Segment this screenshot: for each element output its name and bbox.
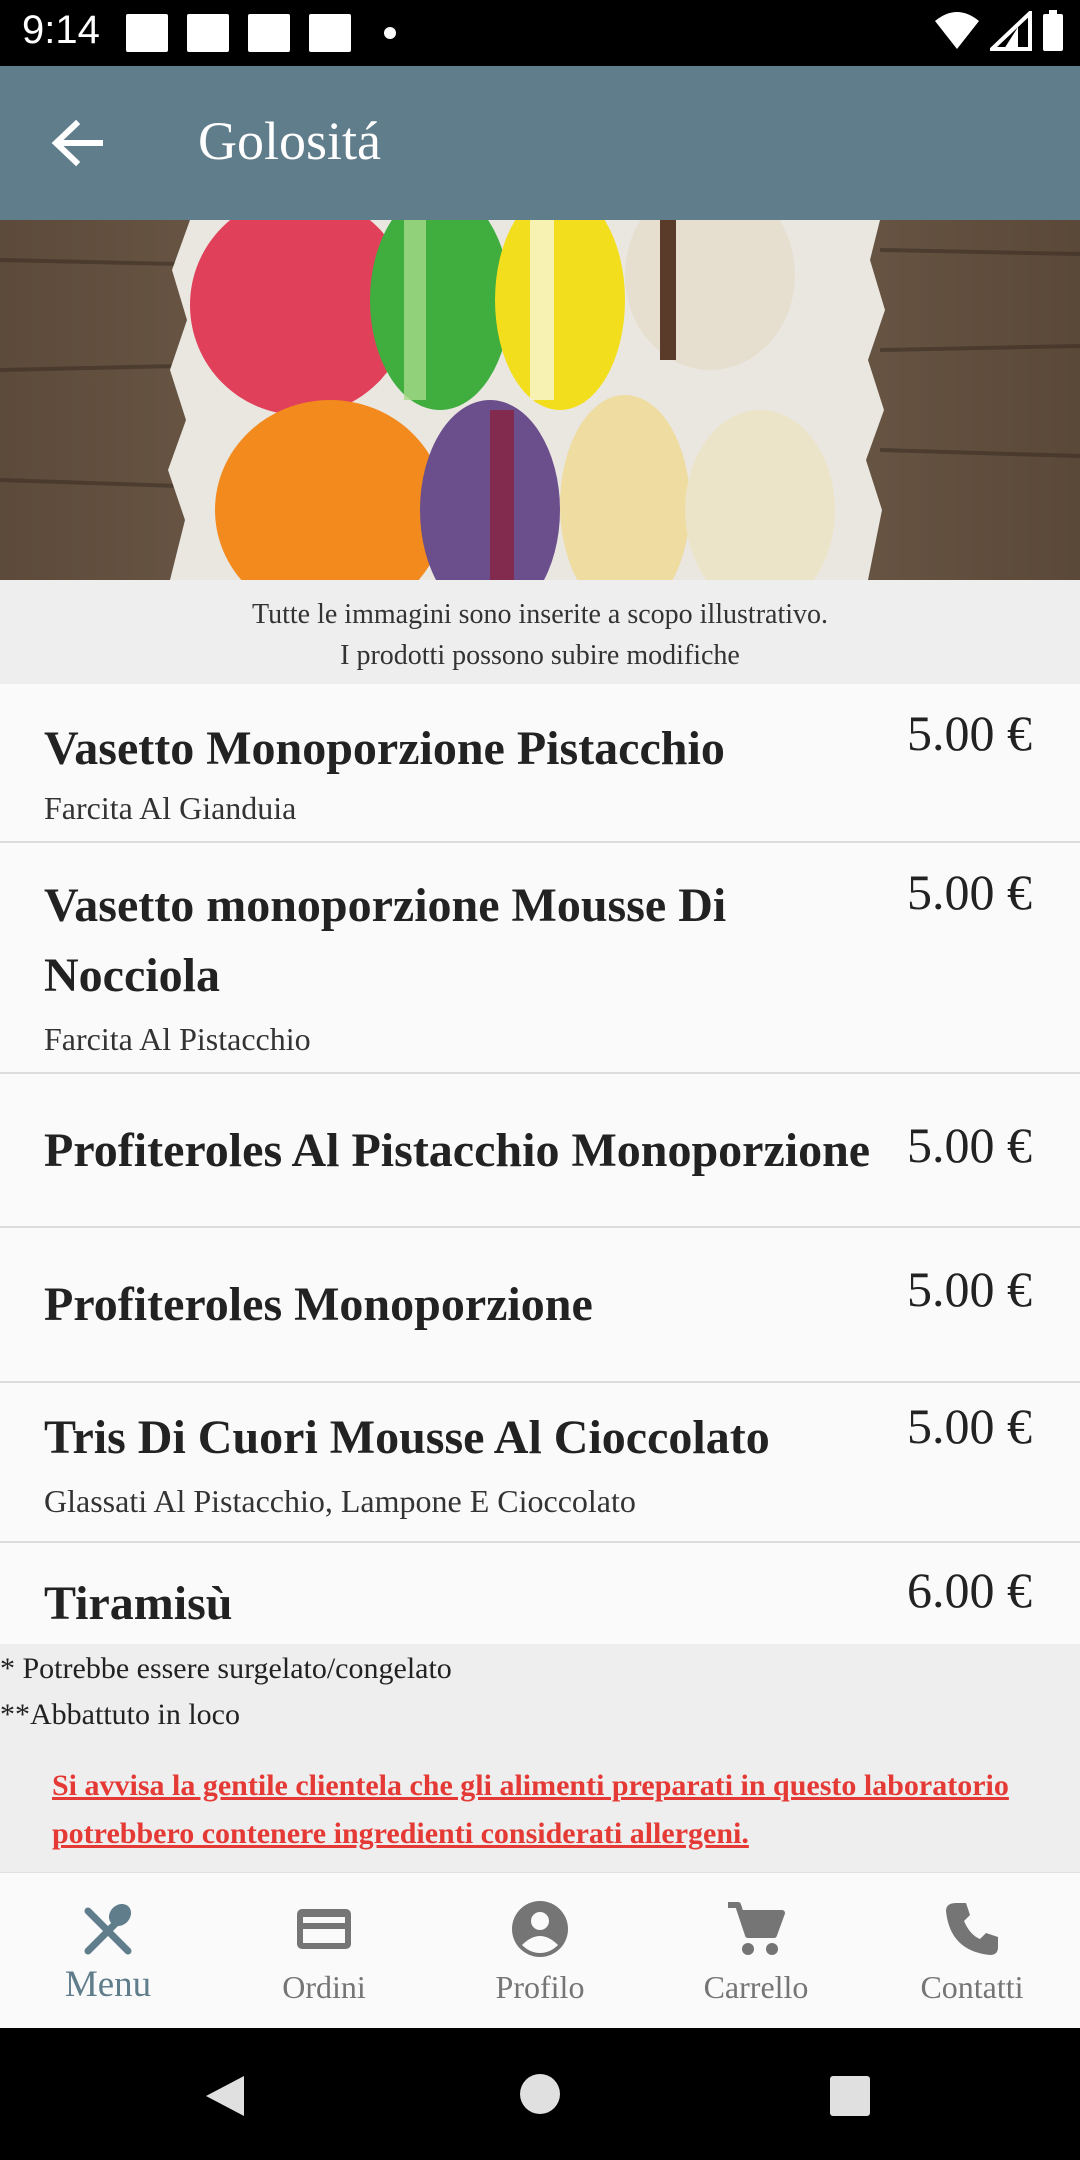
- battery-icon: [1043, 10, 1063, 51]
- notes-section: * Potrebbe essere surgelato/congelato **…: [0, 1644, 1080, 1872]
- item-price: 5.00 €: [907, 1117, 1032, 1173]
- item-price: 5.00 €: [907, 705, 1032, 761]
- nav-label: Contatti: [920, 1969, 1024, 2005]
- credit-card-icon: [297, 1909, 351, 1949]
- nav-label: Menu: [64, 1964, 152, 2005]
- status-bar: 9:14: [0, 0, 1080, 66]
- signal-icon: [990, 11, 1032, 51]
- bottom-navigation: Menu Ordini Profilo Carrello Contatti: [0, 1872, 1080, 2028]
- item-description: Glassati Al Pistacchio, Lampone E Ciocco…: [44, 1483, 636, 1519]
- item-price: 5.00 €: [907, 1261, 1032, 1317]
- hero-image: [0, 220, 1080, 580]
- disclaimer-line-1: Tutte le immagini sono inserite a scopo …: [251, 599, 829, 630]
- chilled-note: **Abbattuto in loco: [0, 1698, 240, 1731]
- menu-item[interactable]: Tiramisù 6.00 €: [0, 1543, 1080, 1644]
- menu-item[interactable]: Vasetto Monoporzione Pistacchio 5.00 € F…: [0, 684, 1080, 843]
- phone-icon: [946, 1903, 998, 1955]
- app-bar: Golositá: [0, 66, 1080, 220]
- home-nav-icon[interactable]: [518, 2072, 562, 2116]
- frozen-note: * Potrebbe essere surgelato/congelato: [0, 1652, 452, 1685]
- menu-item[interactable]: Tris Di Cuori Mousse Al Cioccolato 5.00 …: [0, 1383, 1080, 1543]
- allergen-warning[interactable]: Si avvisa la gentile clientela che gli a…: [52, 1762, 1042, 1858]
- item-name: Profiteroles Monoporzione: [44, 1278, 593, 1331]
- cutlery-icon: [84, 1903, 132, 1955]
- menu-list[interactable]: Vasetto Monoporzione Pistacchio 5.00 € F…: [0, 684, 1080, 1644]
- item-price: 5.00 €: [907, 864, 1032, 920]
- notification-icon: [309, 14, 351, 52]
- notification-icon: [187, 14, 229, 52]
- item-description: Farcita Al Pistacchio: [44, 1021, 311, 1057]
- menu-item[interactable]: Profiteroles Al Pistacchio Monoporzione …: [0, 1074, 1080, 1228]
- item-name: Vasetto Monoporzione Pistacchio: [44, 722, 725, 775]
- recents-nav-icon[interactable]: [828, 2074, 872, 2118]
- notification-icon: [126, 14, 168, 52]
- item-name: Vasetto monoporzione Mousse Di Nocciola: [44, 879, 727, 1002]
- nav-item-profilo[interactable]: Profilo: [432, 1873, 648, 2028]
- image-disclaimer: Tutte le immagini sono inserite a scopo …: [0, 580, 1080, 684]
- notification-icon: [248, 14, 290, 52]
- back-nav-icon[interactable]: [200, 2072, 248, 2120]
- wifi-icon: [935, 12, 979, 49]
- nav-item-ordini[interactable]: Ordini: [216, 1873, 432, 2028]
- item-price: 5.00 €: [907, 1398, 1032, 1454]
- disclaimer-line-2: I prodotti possono subire modifiche: [340, 640, 740, 671]
- item-price: 6.00 €: [907, 1562, 1032, 1618]
- status-icons: [934, 10, 1064, 52]
- item-name: Tiramisù: [44, 1577, 233, 1630]
- nav-item-carrello[interactable]: Carrello: [648, 1873, 864, 2028]
- nav-label: Profilo: [495, 1969, 585, 2005]
- item-name: Tris Di Cuori Mousse Al Cioccolato: [44, 1411, 770, 1464]
- nav-label: Carrello: [703, 1969, 809, 2005]
- macarons-image: [0, 220, 1080, 580]
- nav-label: Ordini: [282, 1969, 366, 2005]
- arrow-back-icon[interactable]: [48, 118, 108, 168]
- menu-item[interactable]: Vasetto monoporzione Mousse Di Nocciola …: [0, 843, 1080, 1074]
- shopping-cart-icon: [728, 1902, 785, 1955]
- menu-item[interactable]: Profiteroles Monoporzione 5.00 €: [0, 1228, 1080, 1383]
- status-time: 9:14: [22, 8, 100, 52]
- nav-item-contatti[interactable]: Contatti: [864, 1873, 1080, 2028]
- account-circle-icon: [512, 1901, 568, 1957]
- page-title: Golositá: [198, 111, 381, 171]
- item-description: Farcita Al Gianduia: [44, 790, 297, 826]
- more-notifications-icon: [384, 27, 396, 39]
- nav-item-menu[interactable]: Menu: [0, 1873, 216, 2028]
- item-name: Profiteroles Al Pistacchio Monoporzione: [44, 1124, 871, 1177]
- system-navigation-bar: [0, 2028, 1080, 2160]
